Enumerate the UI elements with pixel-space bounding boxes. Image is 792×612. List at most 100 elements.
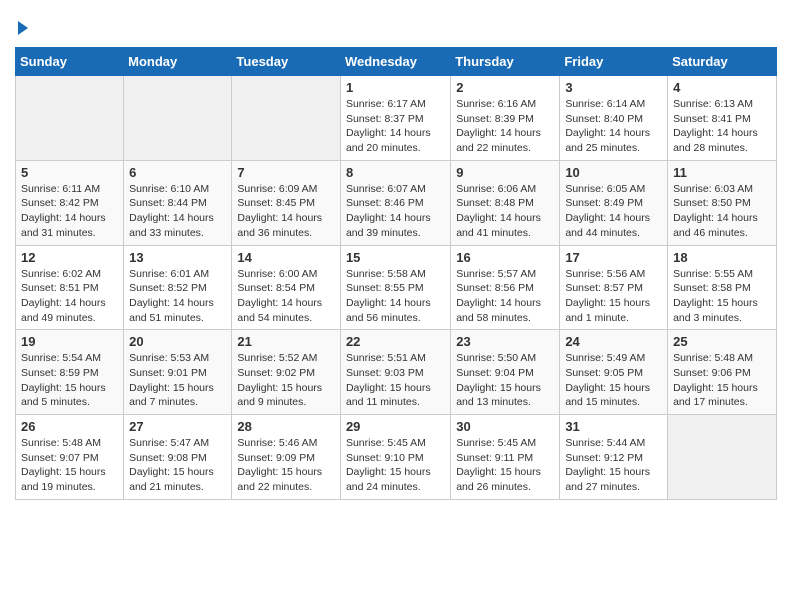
weekday-header-row: SundayMondayTuesdayWednesdayThursdayFrid… <box>16 48 777 76</box>
day-info: Sunrise: 5:49 AM Sunset: 9:05 PM Dayligh… <box>565 351 662 410</box>
calendar-week-row: 5 Sunrise: 6:11 AM Sunset: 8:42 PM Daylig… <box>16 160 777 245</box>
day-info: Sunrise: 5:52 AM Sunset: 9:02 PM Dayligh… <box>237 351 335 410</box>
logo <box>15 15 28 37</box>
calendar-week-row: 26 Sunrise: 5:48 AM Sunset: 9:07 PM Dayli… <box>16 415 777 500</box>
calendar-cell: 8 Sunrise: 6:07 AM Sunset: 8:46 PM Daylig… <box>340 160 450 245</box>
calendar-cell: 24 Sunrise: 5:49 AM Sunset: 9:05 PM Dayli… <box>560 330 668 415</box>
day-info: Sunrise: 6:16 AM Sunset: 8:39 PM Dayligh… <box>456 97 554 156</box>
calendar-cell: 19Sunrise: 5:54 AM Sunset: 8:59 PM Dayli… <box>16 330 124 415</box>
logo-general-text <box>15 15 28 37</box>
day-info: Sunrise: 6:07 AM Sunset: 8:46 PM Dayligh… <box>346 182 445 241</box>
weekday-header: Saturday <box>668 48 777 76</box>
day-info: Sunrise: 5:50 AM Sunset: 9:04 PM Dayligh… <box>456 351 554 410</box>
day-info: Sunrise: 5:45 AM Sunset: 9:10 PM Dayligh… <box>346 436 445 495</box>
weekday-header: Monday <box>124 48 232 76</box>
day-number: 24 <box>565 334 662 349</box>
calendar-cell: 20 Sunrise: 5:53 AM Sunset: 9:01 PM Dayli… <box>124 330 232 415</box>
day-number: 14 <box>237 250 335 265</box>
calendar-cell: 14 Sunrise: 6:00 AM Sunset: 8:54 PM Dayli… <box>232 245 341 330</box>
day-number: 30 <box>456 419 554 434</box>
day-number: 7 <box>237 165 335 180</box>
day-info: Sunrise: 6:17 AM Sunset: 8:37 PM Dayligh… <box>346 97 445 156</box>
calendar-cell: 31 Sunrise: 5:44 AM Sunset: 9:12 PM Dayli… <box>560 415 668 500</box>
day-info: Sunrise: 5:55 AM Sunset: 8:58 PM Dayligh… <box>673 267 771 326</box>
day-info: Sunrise: 6:14 AM Sunset: 8:40 PM Dayligh… <box>565 97 662 156</box>
day-info: Sunrise: 5:53 AM Sunset: 9:01 PM Dayligh… <box>129 351 226 410</box>
calendar-cell: 30Sunrise: 5:45 AM Sunset: 9:11 PM Dayli… <box>451 415 560 500</box>
calendar-cell: 6 Sunrise: 6:10 AM Sunset: 8:44 PM Daylig… <box>124 160 232 245</box>
day-number: 21 <box>237 334 335 349</box>
day-number: 2 <box>456 80 554 95</box>
calendar-cell: 23 Sunrise: 5:50 AM Sunset: 9:04 PM Dayli… <box>451 330 560 415</box>
calendar-cell: 29 Sunrise: 5:45 AM Sunset: 9:10 PM Dayli… <box>340 415 450 500</box>
calendar-cell: 25Sunrise: 5:48 AM Sunset: 9:06 PM Dayli… <box>668 330 777 415</box>
day-info: Sunrise: 5:47 AM Sunset: 9:08 PM Dayligh… <box>129 436 226 495</box>
day-info: Sunrise: 6:13 AM Sunset: 8:41 PM Dayligh… <box>673 97 771 156</box>
day-number: 16 <box>456 250 554 265</box>
day-number: 13 <box>129 250 226 265</box>
calendar-cell: 22 Sunrise: 5:51 AM Sunset: 9:03 PM Dayli… <box>340 330 450 415</box>
day-info: Sunrise: 5:48 AM Sunset: 9:06 PM Dayligh… <box>673 351 771 410</box>
calendar-cell: 10 Sunrise: 6:05 AM Sunset: 8:49 PM Dayli… <box>560 160 668 245</box>
day-info: Sunrise: 6:00 AM Sunset: 8:54 PM Dayligh… <box>237 267 335 326</box>
calendar-cell: 16 Sunrise: 5:57 AM Sunset: 8:56 PM Dayli… <box>451 245 560 330</box>
day-info: Sunrise: 5:54 AM Sunset: 8:59 PM Dayligh… <box>21 351 118 410</box>
day-info: Sunrise: 6:09 AM Sunset: 8:45 PM Dayligh… <box>237 182 335 241</box>
calendar-cell: 3Sunrise: 6:14 AM Sunset: 8:40 PM Daylig… <box>560 76 668 161</box>
day-number: 28 <box>237 419 335 434</box>
day-number: 4 <box>673 80 771 95</box>
weekday-header: Sunday <box>16 48 124 76</box>
calendar-week-row: 12 Sunrise: 6:02 AM Sunset: 8:51 PM Dayli… <box>16 245 777 330</box>
day-info: Sunrise: 5:58 AM Sunset: 8:55 PM Dayligh… <box>346 267 445 326</box>
calendar-cell: 7 Sunrise: 6:09 AM Sunset: 8:45 PM Daylig… <box>232 160 341 245</box>
calendar-cell: 11Sunrise: 6:03 AM Sunset: 8:50 PM Dayli… <box>668 160 777 245</box>
calendar-cell: 4 Sunrise: 6:13 AM Sunset: 8:41 PM Daylig… <box>668 76 777 161</box>
day-info: Sunrise: 5:44 AM Sunset: 9:12 PM Dayligh… <box>565 436 662 495</box>
day-number: 29 <box>346 419 445 434</box>
day-number: 12 <box>21 250 118 265</box>
day-info: Sunrise: 6:02 AM Sunset: 8:51 PM Dayligh… <box>21 267 118 326</box>
calendar-cell <box>668 415 777 500</box>
calendar-cell: 17 Sunrise: 5:56 AM Sunset: 8:57 PM Dayli… <box>560 245 668 330</box>
day-number: 22 <box>346 334 445 349</box>
day-info: Sunrise: 5:46 AM Sunset: 9:09 PM Dayligh… <box>237 436 335 495</box>
day-number: 5 <box>21 165 118 180</box>
calendar-cell: 9 Sunrise: 6:06 AM Sunset: 8:48 PM Daylig… <box>451 160 560 245</box>
day-info: Sunrise: 6:03 AM Sunset: 8:50 PM Dayligh… <box>673 182 771 241</box>
calendar-cell: 27 Sunrise: 5:47 AM Sunset: 9:08 PM Dayli… <box>124 415 232 500</box>
day-info: Sunrise: 6:05 AM Sunset: 8:49 PM Dayligh… <box>565 182 662 241</box>
weekday-header: Thursday <box>451 48 560 76</box>
day-number: 17 <box>565 250 662 265</box>
day-number: 31 <box>565 419 662 434</box>
day-number: 18 <box>673 250 771 265</box>
day-number: 27 <box>129 419 226 434</box>
day-info: Sunrise: 6:11 AM Sunset: 8:42 PM Dayligh… <box>21 182 118 241</box>
weekday-header: Wednesday <box>340 48 450 76</box>
weekday-header: Tuesday <box>232 48 341 76</box>
calendar-week-row: 1 Sunrise: 6:17 AM Sunset: 8:37 PM Daylig… <box>16 76 777 161</box>
day-info: Sunrise: 5:56 AM Sunset: 8:57 PM Dayligh… <box>565 267 662 326</box>
calendar-cell <box>232 76 341 161</box>
day-info: Sunrise: 5:51 AM Sunset: 9:03 PM Dayligh… <box>346 351 445 410</box>
day-info: Sunrise: 5:48 AM Sunset: 9:07 PM Dayligh… <box>21 436 118 495</box>
calendar-cell: 18 Sunrise: 5:55 AM Sunset: 8:58 PM Dayli… <box>668 245 777 330</box>
calendar-cell: 2 Sunrise: 6:16 AM Sunset: 8:39 PM Daylig… <box>451 76 560 161</box>
day-number: 23 <box>456 334 554 349</box>
day-number: 10 <box>565 165 662 180</box>
day-info: Sunrise: 5:57 AM Sunset: 8:56 PM Dayligh… <box>456 267 554 326</box>
day-number: 1 <box>346 80 445 95</box>
page-header <box>15 15 777 37</box>
calendar-cell: 28 Sunrise: 5:46 AM Sunset: 9:09 PM Dayli… <box>232 415 341 500</box>
day-info: Sunrise: 6:06 AM Sunset: 8:48 PM Dayligh… <box>456 182 554 241</box>
calendar-cell: 21 Sunrise: 5:52 AM Sunset: 9:02 PM Dayli… <box>232 330 341 415</box>
calendar-week-row: 19Sunrise: 5:54 AM Sunset: 8:59 PM Dayli… <box>16 330 777 415</box>
calendar-table: SundayMondayTuesdayWednesdayThursdayFrid… <box>15 47 777 500</box>
day-number: 9 <box>456 165 554 180</box>
day-number: 26 <box>21 419 118 434</box>
day-number: 15 <box>346 250 445 265</box>
day-number: 6 <box>129 165 226 180</box>
day-number: 20 <box>129 334 226 349</box>
day-number: 8 <box>346 165 445 180</box>
day-info: Sunrise: 6:10 AM Sunset: 8:44 PM Dayligh… <box>129 182 226 241</box>
calendar-cell <box>16 76 124 161</box>
